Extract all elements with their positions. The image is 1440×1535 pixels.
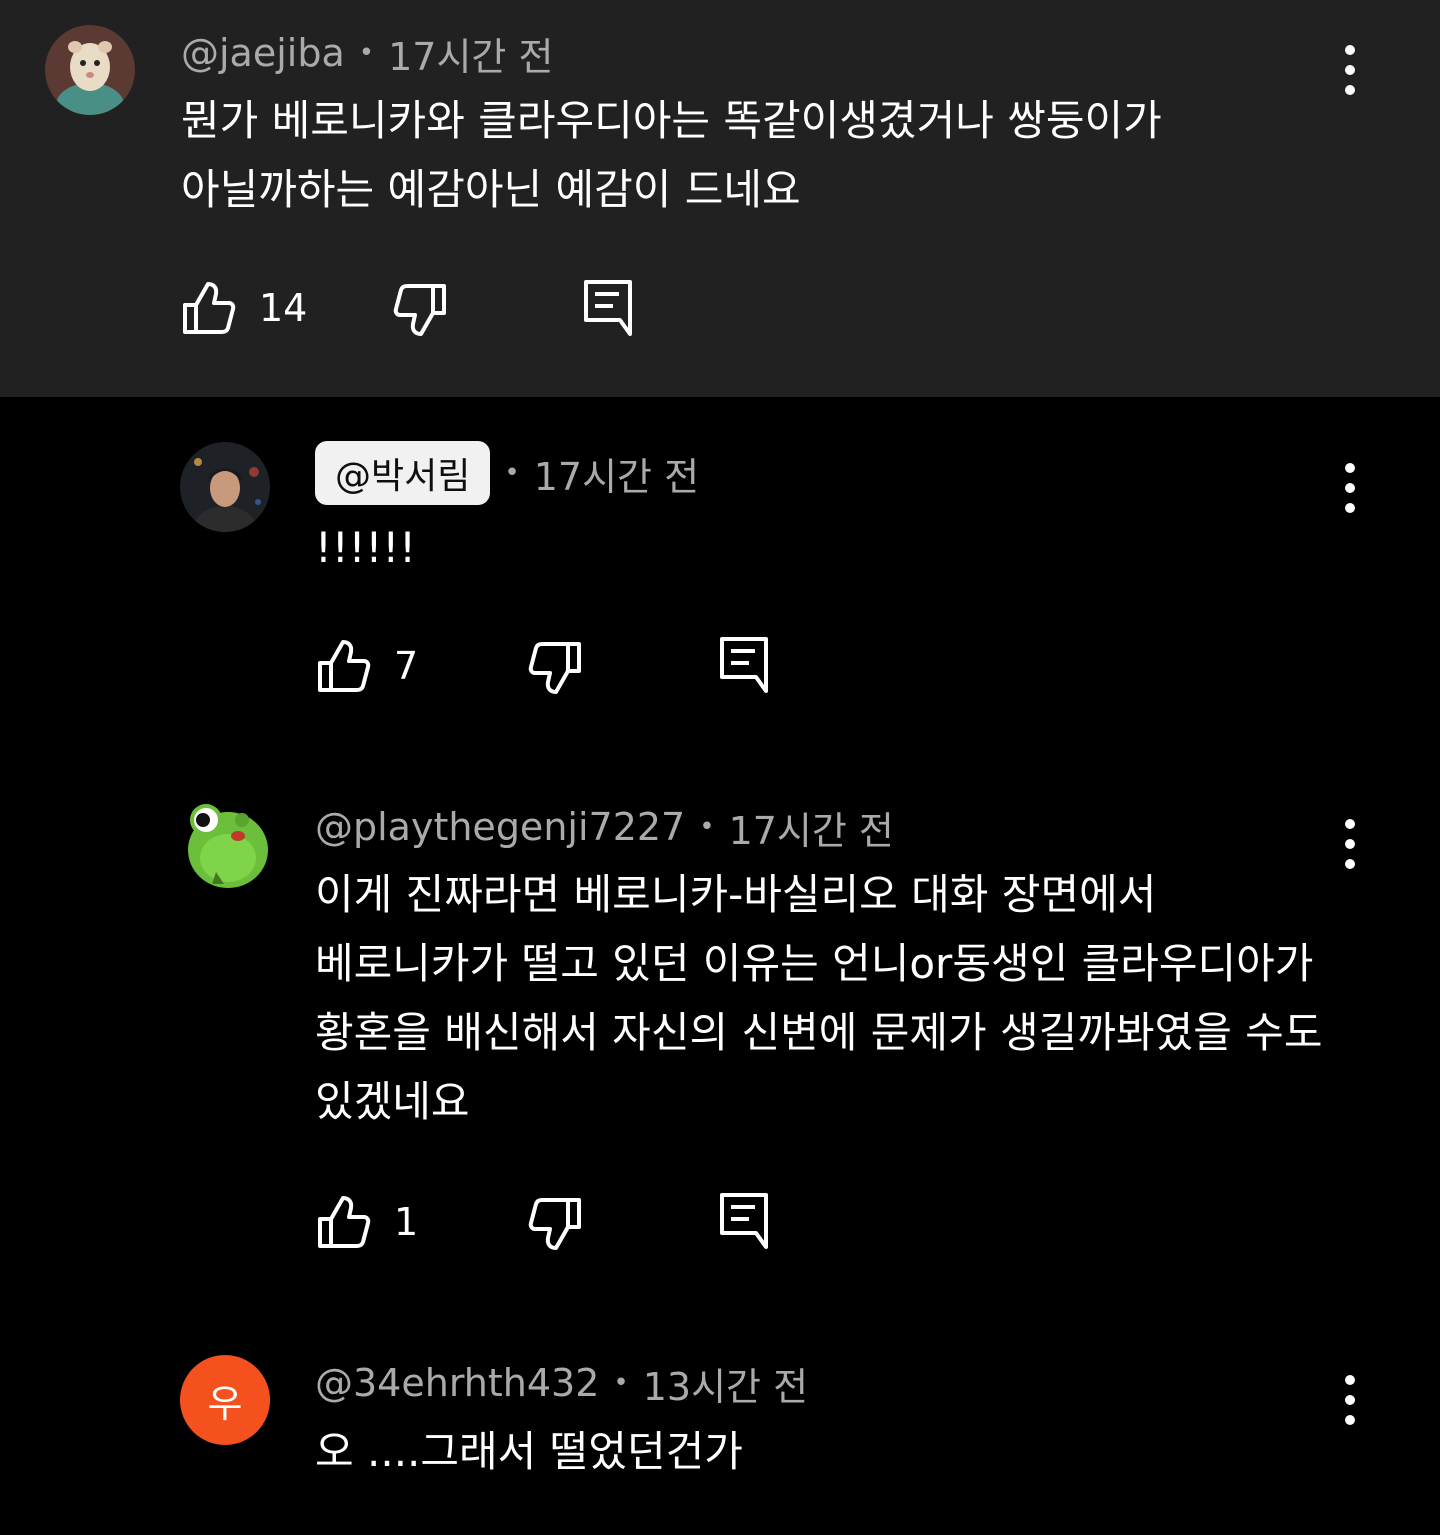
comment-author[interactable]: @jaejiba bbox=[181, 31, 345, 75]
avatar-letter: 우 bbox=[207, 1381, 243, 1426]
comment-line: !!!!!! bbox=[315, 523, 417, 572]
like-count: 14 bbox=[259, 286, 308, 330]
separator-dot: • bbox=[504, 458, 520, 488]
comment-line: 이게 진짜라면 베로니카-바실리오 대화 장면에서 bbox=[315, 870, 1157, 919]
person-photo-avatar-icon bbox=[180, 442, 270, 532]
comment-time: 17시간 전 bbox=[388, 34, 554, 79]
more-options-button[interactable] bbox=[1335, 42, 1365, 98]
comment-author[interactable]: @34ehrhth432 bbox=[315, 1361, 599, 1405]
like-count: 7 bbox=[394, 644, 419, 688]
dislike-button[interactable] bbox=[527, 1196, 583, 1252]
kebab-menu-icon bbox=[1345, 819, 1355, 869]
comment-text: 오 ....그래서 떨었던건가 bbox=[315, 1417, 743, 1486]
reply-comment-icon bbox=[584, 280, 632, 336]
comment-text: !!!!!! bbox=[315, 513, 416, 582]
reply-button[interactable] bbox=[582, 278, 634, 336]
reply-button[interactable] bbox=[718, 635, 770, 693]
highlighted-author-chip[interactable]: @박서림 bbox=[315, 441, 491, 505]
thumbs-down-icon bbox=[528, 642, 581, 694]
comment-meta: @34ehrhth432 • 13시간 전 bbox=[315, 1358, 809, 1409]
comment-line: 뭔가 베로니카와 클라우디아는 똑같이생겼거나 쌍둥이가 bbox=[181, 96, 1162, 145]
comment-line: 베로니카가 떨고 있던 이유는 언니or동생인 클라우디아가 bbox=[315, 939, 1314, 988]
comment-text: 이게 진짜라면 베로니카-바실리오 대화 장면에서 베로니카가 떨고 있던 이유… bbox=[315, 860, 1322, 1136]
thumbs-up-icon bbox=[318, 640, 371, 692]
like-count: 1 bbox=[394, 1200, 419, 1244]
thumbs-up-icon bbox=[183, 282, 236, 334]
more-options-button[interactable] bbox=[1335, 460, 1365, 516]
more-options-button[interactable] bbox=[1335, 1372, 1365, 1428]
comment-line: 오 ....그래서 떨었던건가 bbox=[315, 1427, 743, 1476]
dislike-button[interactable] bbox=[392, 282, 448, 338]
like-button[interactable]: 7 bbox=[316, 638, 418, 694]
reply-button[interactable] bbox=[718, 1191, 770, 1249]
kebab-menu-icon bbox=[1345, 463, 1355, 513]
comment-author[interactable]: @playthegenji7227 bbox=[315, 805, 685, 849]
frog-avatar-icon bbox=[188, 804, 268, 888]
comment-meta: @박서림 • 17시간 전 bbox=[315, 441, 700, 505]
dislike-button[interactable] bbox=[527, 640, 583, 696]
thumbs-down-icon bbox=[528, 1198, 581, 1250]
reply-comment-icon bbox=[720, 1193, 768, 1249]
comment-line: 황혼을 배신해서 자신의 신변에 문제가 생길까봐였을 수도 bbox=[315, 1008, 1323, 1057]
separator-dot: • bbox=[358, 38, 375, 68]
avatar[interactable]: 우 bbox=[180, 1355, 270, 1445]
kebab-menu-icon bbox=[1345, 45, 1355, 95]
thumbs-up-icon bbox=[318, 1196, 371, 1248]
comment-meta: @playthegenji7227 • 17시간 전 bbox=[315, 802, 894, 853]
comment-time: 13시간 전 bbox=[642, 1364, 809, 1409]
like-button[interactable]: 1 bbox=[316, 1194, 418, 1250]
thumbs-down-icon bbox=[393, 284, 446, 336]
kebab-menu-icon bbox=[1345, 1375, 1355, 1425]
avatar[interactable] bbox=[45, 25, 135, 115]
avatar[interactable] bbox=[180, 798, 270, 888]
separator-dot: • bbox=[613, 1368, 629, 1398]
comment-line: 아닐까하는 예감아닌 예감이 드네요 bbox=[181, 165, 801, 214]
more-options-button[interactable] bbox=[1335, 816, 1365, 872]
separator-dot: • bbox=[699, 812, 715, 842]
comment-line: 있겠네요 bbox=[315, 1077, 470, 1126]
comment-time: 17시간 전 bbox=[728, 808, 894, 853]
comment-text: 뭔가 베로니카와 클라우디아는 똑같이생겼거나 쌍둥이가 아닐까하는 예감아닌 … bbox=[181, 86, 1162, 224]
avatar[interactable] bbox=[180, 442, 270, 532]
reply-comment-icon bbox=[720, 637, 768, 693]
comment-meta: @jaejiba • 17시간 전 bbox=[181, 28, 554, 79]
ferret-avatar-icon bbox=[45, 25, 135, 115]
comment-time: 17시간 전 bbox=[533, 454, 700, 499]
like-button[interactable]: 14 bbox=[181, 280, 307, 336]
